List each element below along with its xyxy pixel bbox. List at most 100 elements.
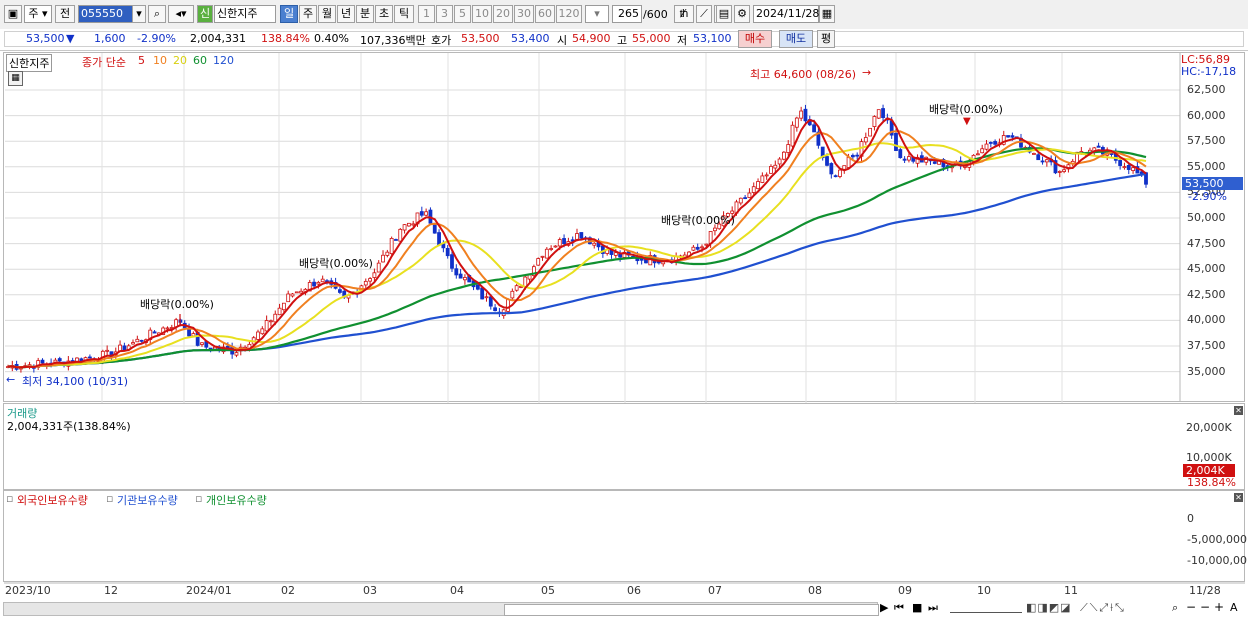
candle-body: [803, 108, 808, 122]
candle-body: [398, 228, 403, 242]
candle-body: [484, 296, 489, 299]
volume-readout: 2,004,331주(138.84%): [7, 420, 131, 433]
candle-body: [794, 117, 799, 128]
x-axis-label: 11: [1064, 584, 1078, 597]
candle-body: [756, 181, 760, 190]
candle-body: [833, 175, 838, 178]
candle-body: [411, 223, 416, 226]
x-axis-right-date: 11/28: [1189, 584, 1221, 597]
candle-body: [760, 175, 765, 183]
candle-body: [829, 163, 834, 175]
zoom-in-icon[interactable]: +: [1214, 600, 1224, 614]
scrollbar-thumb[interactable]: [504, 604, 879, 616]
high-arrow-icon: →: [862, 66, 872, 79]
candle-body: [557, 239, 562, 247]
scroll-start-icon[interactable]: ⏮: [894, 601, 904, 615]
x-axis-label: 08: [808, 584, 822, 597]
current-pct-tag: -2.90%: [1188, 190, 1227, 203]
candle-body: [488, 296, 493, 307]
x-axis-label: 03: [363, 584, 377, 597]
candle-body: [700, 246, 704, 249]
price-y-label: 60,000: [1187, 108, 1226, 122]
candle-body: [1044, 159, 1049, 163]
stop-icon[interactable]: ■: [912, 601, 922, 614]
candle-body: [618, 253, 623, 258]
candle-body: [932, 161, 937, 164]
candle-body: [868, 127, 873, 137]
candle-body: [769, 166, 773, 174]
candle-body: [863, 137, 868, 143]
zoom-out-icon[interactable]: −: [1186, 600, 1196, 614]
ma5-legend[interactable]: 5: [138, 54, 145, 67]
ma60-legend[interactable]: 60: [193, 54, 207, 67]
candle-body: [450, 254, 454, 269]
foreign-holding-legend[interactable]: 외국인보유수량: [17, 492, 88, 508]
candle-body: [1126, 164, 1131, 170]
grid-toggle-icon[interactable]: ▦: [8, 71, 23, 86]
x-axis-label: 02: [281, 584, 295, 597]
volume-pct-tag: 138.84%: [1187, 476, 1236, 489]
price-y-label: 50,000: [1187, 211, 1226, 224]
candle-body: [139, 339, 144, 342]
candle-body: [234, 352, 239, 356]
stock-name-tag[interactable]: 신한지주: [6, 54, 53, 72]
x-axis-label: 07: [708, 584, 722, 597]
volume-close-icon[interactable]: ✕: [1234, 406, 1243, 415]
candle-body: [122, 345, 127, 351]
candle-body: [493, 307, 497, 312]
holding-y-label-10m: -10,000,00: [1187, 554, 1247, 567]
candle-body: [549, 248, 554, 250]
candle-body: [320, 278, 325, 283]
candle-body: [894, 132, 898, 151]
candle-body: [200, 342, 204, 345]
candle-body: [290, 293, 295, 297]
candle-body: [269, 320, 273, 323]
candle-body: [372, 272, 377, 278]
draw-tools-icon[interactable]: ◧◨◩◪: [1026, 601, 1072, 614]
candle-body: [363, 280, 368, 286]
candle-body: [445, 247, 450, 257]
candle-body: [454, 268, 459, 276]
x-axis-label: 10: [977, 584, 991, 597]
font-size-icon[interactable]: A: [1230, 601, 1238, 614]
scroll-right-icon[interactable]: ▶: [880, 601, 888, 614]
chart-scrollbar[interactable]: [3, 602, 879, 616]
legend-bullet-1: ▫: [6, 492, 14, 505]
candle-body: [855, 154, 860, 157]
candle-body: [338, 289, 342, 293]
candle-body: [993, 141, 998, 145]
zoom-slider[interactable]: [950, 604, 1022, 613]
x-axis-label: 2024/01: [186, 584, 232, 597]
candle-body: [402, 224, 407, 231]
scroll-end-icon[interactable]: ⏭: [928, 601, 938, 615]
candle-body: [842, 165, 847, 170]
current-price-tag: 53,500: [1182, 177, 1243, 190]
ma20-legend[interactable]: 20: [173, 54, 187, 67]
institution-holding-legend[interactable]: 기관보유수량: [117, 492, 178, 508]
x-axis-label: 09: [898, 584, 912, 597]
high-annotation: 최고 64,600 (08/26): [750, 68, 857, 81]
volume-panel: [3, 403, 1245, 490]
candle-body: [368, 278, 372, 282]
holding-y-label-0: 0: [1187, 512, 1194, 525]
price-y-label: 37,500: [1187, 339, 1226, 352]
candle-body: [475, 284, 480, 290]
candle-body: [152, 331, 157, 334]
zoom-icon[interactable]: ⌕: [1172, 601, 1178, 615]
price-y-label: 35,000: [1187, 364, 1226, 378]
holding-close-icon[interactable]: ✕: [1234, 493, 1243, 502]
minus-icon[interactable]: −: [1200, 600, 1210, 614]
candle-body: [40, 359, 45, 364]
candle-body: [812, 124, 816, 133]
low-arrow-icon: ←: [6, 373, 16, 386]
candle-body: [424, 211, 429, 216]
candle-body: [419, 211, 424, 216]
candle-body: [1118, 160, 1123, 166]
low-annotation: 최저 34,100 (10/31): [22, 375, 129, 388]
ma120-legend[interactable]: 120: [213, 54, 234, 67]
individual-holding-legend[interactable]: 개인보유수량: [206, 492, 267, 508]
line-tools-icon[interactable]: ⟋⟍⤢⟊⤡: [1080, 601, 1126, 615]
holding-panel: [3, 490, 1245, 582]
price-y-label: 55,000: [1187, 159, 1226, 173]
ma10-legend[interactable]: 10: [153, 54, 167, 67]
